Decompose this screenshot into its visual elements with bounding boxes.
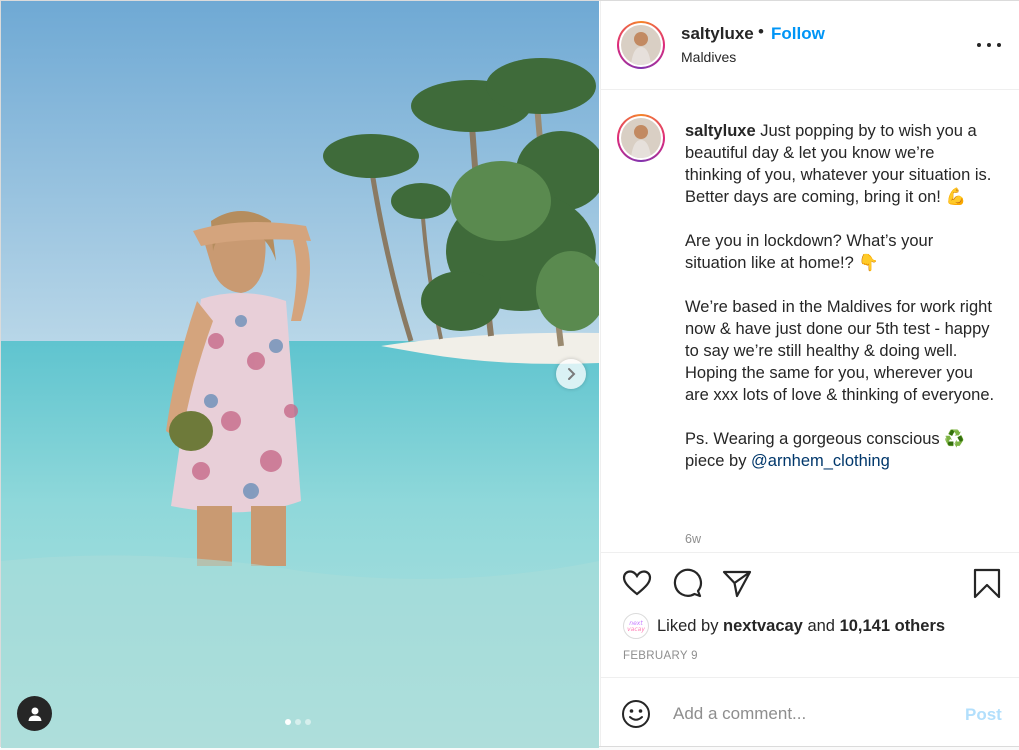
- likes-middle: and: [802, 616, 840, 635]
- carousel-dot-1: [285, 719, 291, 725]
- post-container: saltyluxe • Follow Maldives saltyluxe Ju…: [0, 0, 1019, 748]
- caption-text: saltyluxe Just popping by to wish you a …: [685, 120, 995, 494]
- post-comment-button[interactable]: Post: [965, 705, 1002, 725]
- location-link[interactable]: Maldives: [681, 49, 736, 65]
- liker-avatar[interactable]: next vacay: [623, 613, 649, 639]
- liker-username[interactable]: nextvacay: [723, 617, 803, 636]
- action-bar: next vacay Liked by nextvacay and 10,141…: [601, 552, 1019, 678]
- mention-link[interactable]: @arnhem_clothing: [751, 452, 890, 470]
- likes-summary: next vacay Liked by nextvacay and 10,141…: [623, 613, 945, 639]
- follow-button[interactable]: Follow: [771, 24, 825, 44]
- bookmark-icon[interactable]: [971, 567, 1003, 599]
- likes-prefix: Liked by: [657, 616, 724, 635]
- user-tags-button[interactable]: [17, 696, 52, 731]
- emoji-icon[interactable]: [621, 699, 651, 729]
- header-separator: •: [758, 22, 764, 41]
- post-header: saltyluxe • Follow Maldives: [601, 1, 1019, 90]
- caption-paragraph-2: Are you in lockdown? What’s your situati…: [685, 232, 934, 272]
- user-tag-icon: [28, 707, 41, 721]
- header-username[interactable]: saltyluxe: [681, 24, 754, 44]
- more-icon: [977, 43, 981, 47]
- post-details-panel: saltyluxe • Follow Maldives saltyluxe Ju…: [600, 1, 1019, 746]
- post-media[interactable]: [1, 1, 599, 748]
- caption-timestamp[interactable]: 6w: [685, 532, 701, 546]
- comment-input[interactable]: [671, 700, 945, 728]
- caption-username[interactable]: saltyluxe: [685, 122, 756, 140]
- comment-icon[interactable]: [671, 567, 703, 599]
- carousel-indicator: [285, 719, 311, 725]
- chevron-right-icon: [568, 368, 576, 380]
- carousel-next-button[interactable]: [556, 359, 586, 389]
- likes-count[interactable]: 10,141 others: [840, 617, 945, 636]
- beach-photo: [1, 1, 599, 748]
- caption-avatar[interactable]: [617, 114, 665, 162]
- post-date[interactable]: FEBRUARY 9: [623, 650, 698, 662]
- profile-avatar[interactable]: [617, 21, 665, 69]
- carousel-dot-3: [305, 719, 311, 725]
- heart-icon[interactable]: [621, 567, 653, 599]
- liker-avatar-text-2: vacay: [627, 626, 645, 633]
- carousel-dot-2: [295, 719, 301, 725]
- caption-section: saltyluxe Just popping by to wish you a …: [601, 90, 1019, 552]
- share-icon[interactable]: [721, 567, 753, 599]
- comment-bar: Post: [601, 677, 1019, 747]
- more-options-button[interactable]: [977, 35, 1001, 55]
- caption-paragraph-3: We’re based in the Maldives for work rig…: [685, 298, 995, 404]
